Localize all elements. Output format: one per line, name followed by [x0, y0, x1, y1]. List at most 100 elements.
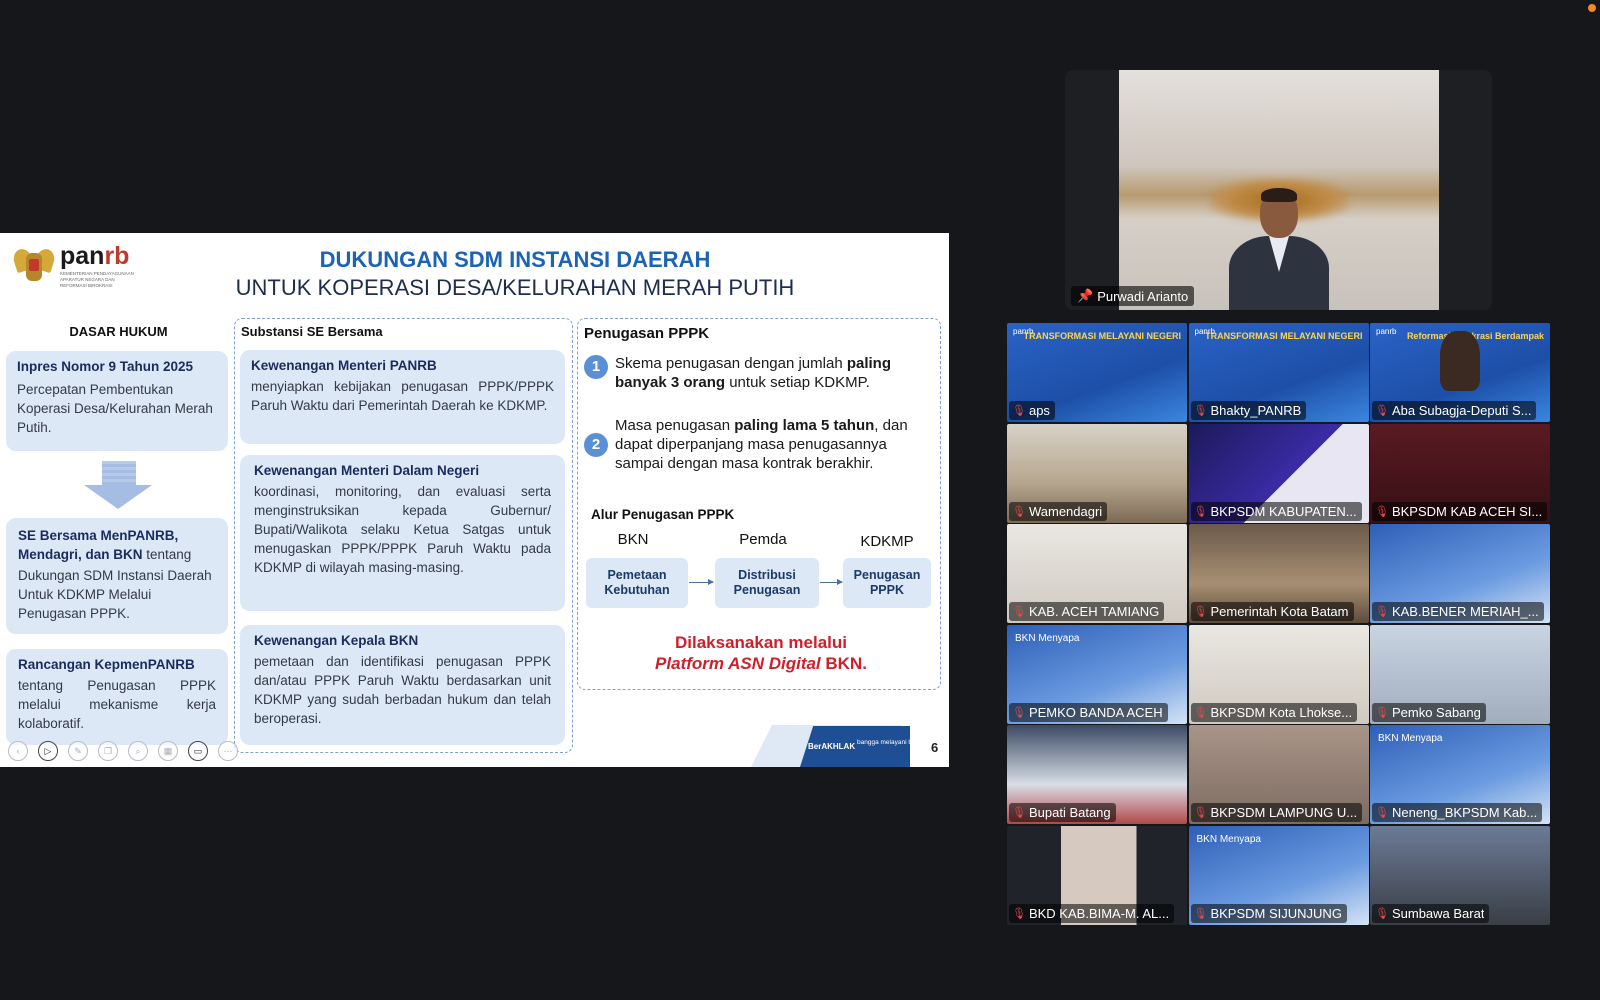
- brand-subtitle: KEMENTERIAN PENDAYAGUNAAN APARATUR NEGAR…: [60, 271, 134, 288]
- participant-tile[interactable]: panrb TRANSFORMASI MELAYANI NEGERI 🎙︎ aps: [1007, 323, 1187, 422]
- muted-mic-icon: 🎙︎: [1012, 706, 1026, 719]
- participant-name: Pemko Sabang: [1391, 704, 1481, 720]
- penugasan-heading: Penugasan PPPK: [584, 325, 710, 342]
- speaker-name: Purwadi Arianto: [1097, 288, 1189, 304]
- menteri-panrb-body: menyiapkan kebijakan penugasan PPPK/PPPK…: [251, 379, 554, 413]
- muted-mic-icon: 🎙︎: [1375, 807, 1389, 819]
- participant-tile[interactable]: 🎙︎ Bupati Batang: [1007, 725, 1187, 824]
- participant-name-tag: 🎙︎ BKPSDM LAMPUNG U...: [1190, 803, 1363, 822]
- kepala-bkn-title: Kewenangan Kepala BKN: [254, 633, 419, 648]
- participant-tile[interactable]: panrb Reformasi Birokrasi Berdampak 🎙︎ Aba …: [1370, 323, 1550, 422]
- participant-name-tag: 🎙︎ KAB.BENER MERIAH_...: [1372, 602, 1544, 621]
- muted-mic-icon: 🎙︎: [1012, 606, 1026, 618]
- brand-pan: pan: [60, 242, 105, 270]
- speaker-name-tag: 📌 Purwadi Arianto: [1071, 286, 1195, 306]
- participant-name: Wamendagri: [1028, 503, 1103, 519]
- slide-controls: ‹ ▷ ✎ ❐ ⌕ ▦ ▭ ⋯: [8, 741, 238, 761]
- tile-banner: BKN Menyapa: [1015, 632, 1080, 644]
- berakhlak-logo: BerAKHLAK: [808, 742, 856, 751]
- more-icon[interactable]: ⋯: [218, 741, 238, 761]
- participant-name-tag: 🎙︎ Sumbawa Barat: [1372, 903, 1490, 923]
- play-icon[interactable]: ▷: [38, 741, 58, 761]
- slide-page-number: 6: [931, 740, 939, 755]
- participant-tile[interactable]: BKN Menyapa 🎙︎ Neneng_BKPSDM Kab...: [1370, 725, 1550, 824]
- participant-name-tag: 🎙︎ PEMKO BANDA ACEH: [1009, 702, 1168, 722]
- participant-name: Bhakty_PANRB: [1210, 403, 1302, 418]
- participant-tile[interactable]: 🎙︎ Pemerintah Kota Batam: [1188, 524, 1369, 623]
- muted-mic-icon: 🎙︎: [1193, 907, 1208, 920]
- tile-banner: BKN Menyapa: [1196, 833, 1261, 845]
- participant-name-tag: 🎙︎ Pemko Sabang: [1372, 702, 1486, 722]
- prev-slide-icon[interactable]: ‹: [8, 741, 28, 761]
- participant-name: aps: [1028, 403, 1050, 418]
- menteri-panrb-box: Kewenangan Menteri PANRB menyiapkan kebi…: [240, 350, 565, 444]
- participant-tile[interactable]: BKN Menyapa 🎙︎ BKPSDM SIJUNJUNG: [1188, 825, 1369, 925]
- participant-name: BKPSDM Kota Lhokse...: [1210, 704, 1353, 720]
- bangga-melayani-logo: bangga melayani bangsa: [857, 739, 930, 746]
- participant-tile[interactable]: 🎙︎ Wamendagri: [1007, 423, 1187, 523]
- muted-mic-icon: 🎙︎: [1012, 505, 1026, 518]
- participant-tile[interactable]: 🎙︎ BKD KAB.BIMA-M. AL...: [1007, 825, 1187, 925]
- muted-mic-icon: 🎙︎: [1012, 807, 1026, 819]
- participant-tile[interactable]: 🎙︎ BKPSDM KABUPATEN...: [1188, 423, 1369, 523]
- tile-banner: TRANSFORMASI MELAYANI NEGERI: [1023, 331, 1181, 341]
- participant-tile[interactable]: 🎙︎ KAB.BENER MERIAH_...: [1370, 524, 1550, 623]
- menteri-panrb-title: Kewenangan Menteri PANRB: [251, 358, 437, 373]
- muted-mic-icon: 🎙︎: [1193, 606, 1208, 618]
- camera-icon[interactable]: ▭: [188, 741, 208, 761]
- muted-mic-icon: 🎙︎: [1193, 505, 1208, 518]
- menteri-dalam-negeri-title: Kewenangan Menteri Dalam Negeri: [254, 463, 480, 478]
- slide-subtitle: UNTUK KOPERASI DESA/KELURAHAN MERAH PUTI…: [235, 275, 795, 300]
- participant-tile[interactable]: 🎙︎ BKPSDM LAMPUNG U...: [1188, 725, 1369, 824]
- notification-dot: [1588, 4, 1596, 12]
- muted-mic-icon: 🎙︎: [1193, 807, 1208, 819]
- participant-name: Sumbawa Barat: [1391, 905, 1485, 921]
- garuda-emblem-icon: [11, 243, 57, 287]
- participant-name-tag: 🎙︎ BKPSDM Kota Lhokse...: [1190, 702, 1358, 722]
- point-2-text: Masa penugasan paling lama 5 tahun, dan …: [615, 417, 908, 472]
- participant-name-tag: 🎙︎ BKPSDM SIJUNJUNG: [1190, 903, 1347, 923]
- participant-name: BKD KAB.BIMA-M. AL...: [1028, 905, 1170, 921]
- participant-tile[interactable]: 🎙︎ BKPSDM KAB ACEH SI...: [1370, 423, 1550, 523]
- participant-name: BKPSDM KAB ACEH SI...: [1391, 503, 1543, 519]
- participant-name-tag: 🎙︎ Bhakty_PANRB: [1190, 401, 1307, 420]
- participant-name-tag: 🎙︎ aps: [1009, 401, 1055, 420]
- brand-rb: rb: [104, 242, 130, 270]
- tile-banner: BKN Menyapa: [1378, 733, 1443, 744]
- rancangan-title: Rancangan KepmenPANRB: [18, 657, 195, 672]
- participant-tile[interactable]: BKN Menyapa 🎙︎ PEMKO BANDA ACEH: [1007, 624, 1187, 724]
- active-speaker-tile[interactable]: 📌 Purwadi Arianto: [1065, 70, 1492, 310]
- substansi-heading: Substansi SE Bersama: [241, 324, 383, 339]
- rancangan-body: tentang Penugasan PPPK melalui mekanisme…: [18, 678, 216, 731]
- muted-mic-icon: 🎙︎: [1193, 706, 1208, 719]
- participant-name: Bupati Batang: [1028, 805, 1111, 820]
- pen-icon[interactable]: ✎: [68, 741, 88, 761]
- tile-banner: TRANSFORMASI MELAYANI NEGERI: [1205, 331, 1363, 341]
- participant-tile[interactable]: 🎙︎ KAB. ACEH TAMIANG: [1007, 524, 1187, 623]
- participant-grid: panrb TRANSFORMASI MELAYANI NEGERI 🎙︎ aps pa…: [1007, 323, 1550, 925]
- participant-tile[interactable]: 🎙︎ Sumbawa Barat: [1370, 825, 1550, 925]
- participant-name: Aba Subagja-Deputi S...: [1391, 403, 1532, 418]
- participant-name-tag: 🎙︎ BKPSDM KABUPATEN...: [1190, 501, 1362, 521]
- menteri-dalam-negeri-box: Kewenangan Menteri Dalam Negeri koordina…: [240, 455, 565, 611]
- flow-step-penugasan: Penugasan PPPK: [843, 558, 931, 608]
- kepala-bkn-body: pemetaan dan identifikasi penugasan PPPK…: [254, 654, 551, 726]
- point-1-text: Skema penugasan dengan jumlah paling ban…: [615, 355, 892, 391]
- flow-label-bkn: BKN: [617, 531, 649, 548]
- copy-icon[interactable]: ❐: [98, 741, 118, 761]
- speaker-video: [1119, 70, 1439, 310]
- grid-icon[interactable]: ▦: [158, 741, 178, 761]
- participant-name: Neneng_BKPSDM Kab...: [1391, 805, 1538, 820]
- pin-icon[interactable]: 📌: [1077, 288, 1093, 304]
- participant-tile[interactable]: 🎙︎ Pemko Sabang: [1370, 624, 1550, 724]
- participant-tile[interactable]: panrb TRANSFORMASI MELAYANI NEGERI 🎙︎ Bhakt…: [1188, 323, 1369, 422]
- participant-tile[interactable]: 🎙︎ BKPSDM Kota Lhokse...: [1188, 624, 1369, 724]
- participant-name-tag: 🎙︎ Neneng_BKPSDM Kab...: [1372, 803, 1543, 822]
- zoom-icon[interactable]: ⌕: [128, 741, 148, 761]
- muted-mic-icon: 🎙︎: [1193, 405, 1208, 417]
- participant-name-tag: 🎙︎ Bupati Batang: [1009, 803, 1116, 822]
- participant-name: BKPSDM KABUPATEN...: [1210, 503, 1357, 519]
- participant-name-tag: 🎙︎ Wamendagri: [1009, 501, 1108, 521]
- slide-title: DUKUNGAN SDM INSTANSI DAERAH: [319, 247, 711, 272]
- menteri-dalam-negeri-body: koordinasi, monitoring, dan evaluasi ser…: [254, 484, 551, 575]
